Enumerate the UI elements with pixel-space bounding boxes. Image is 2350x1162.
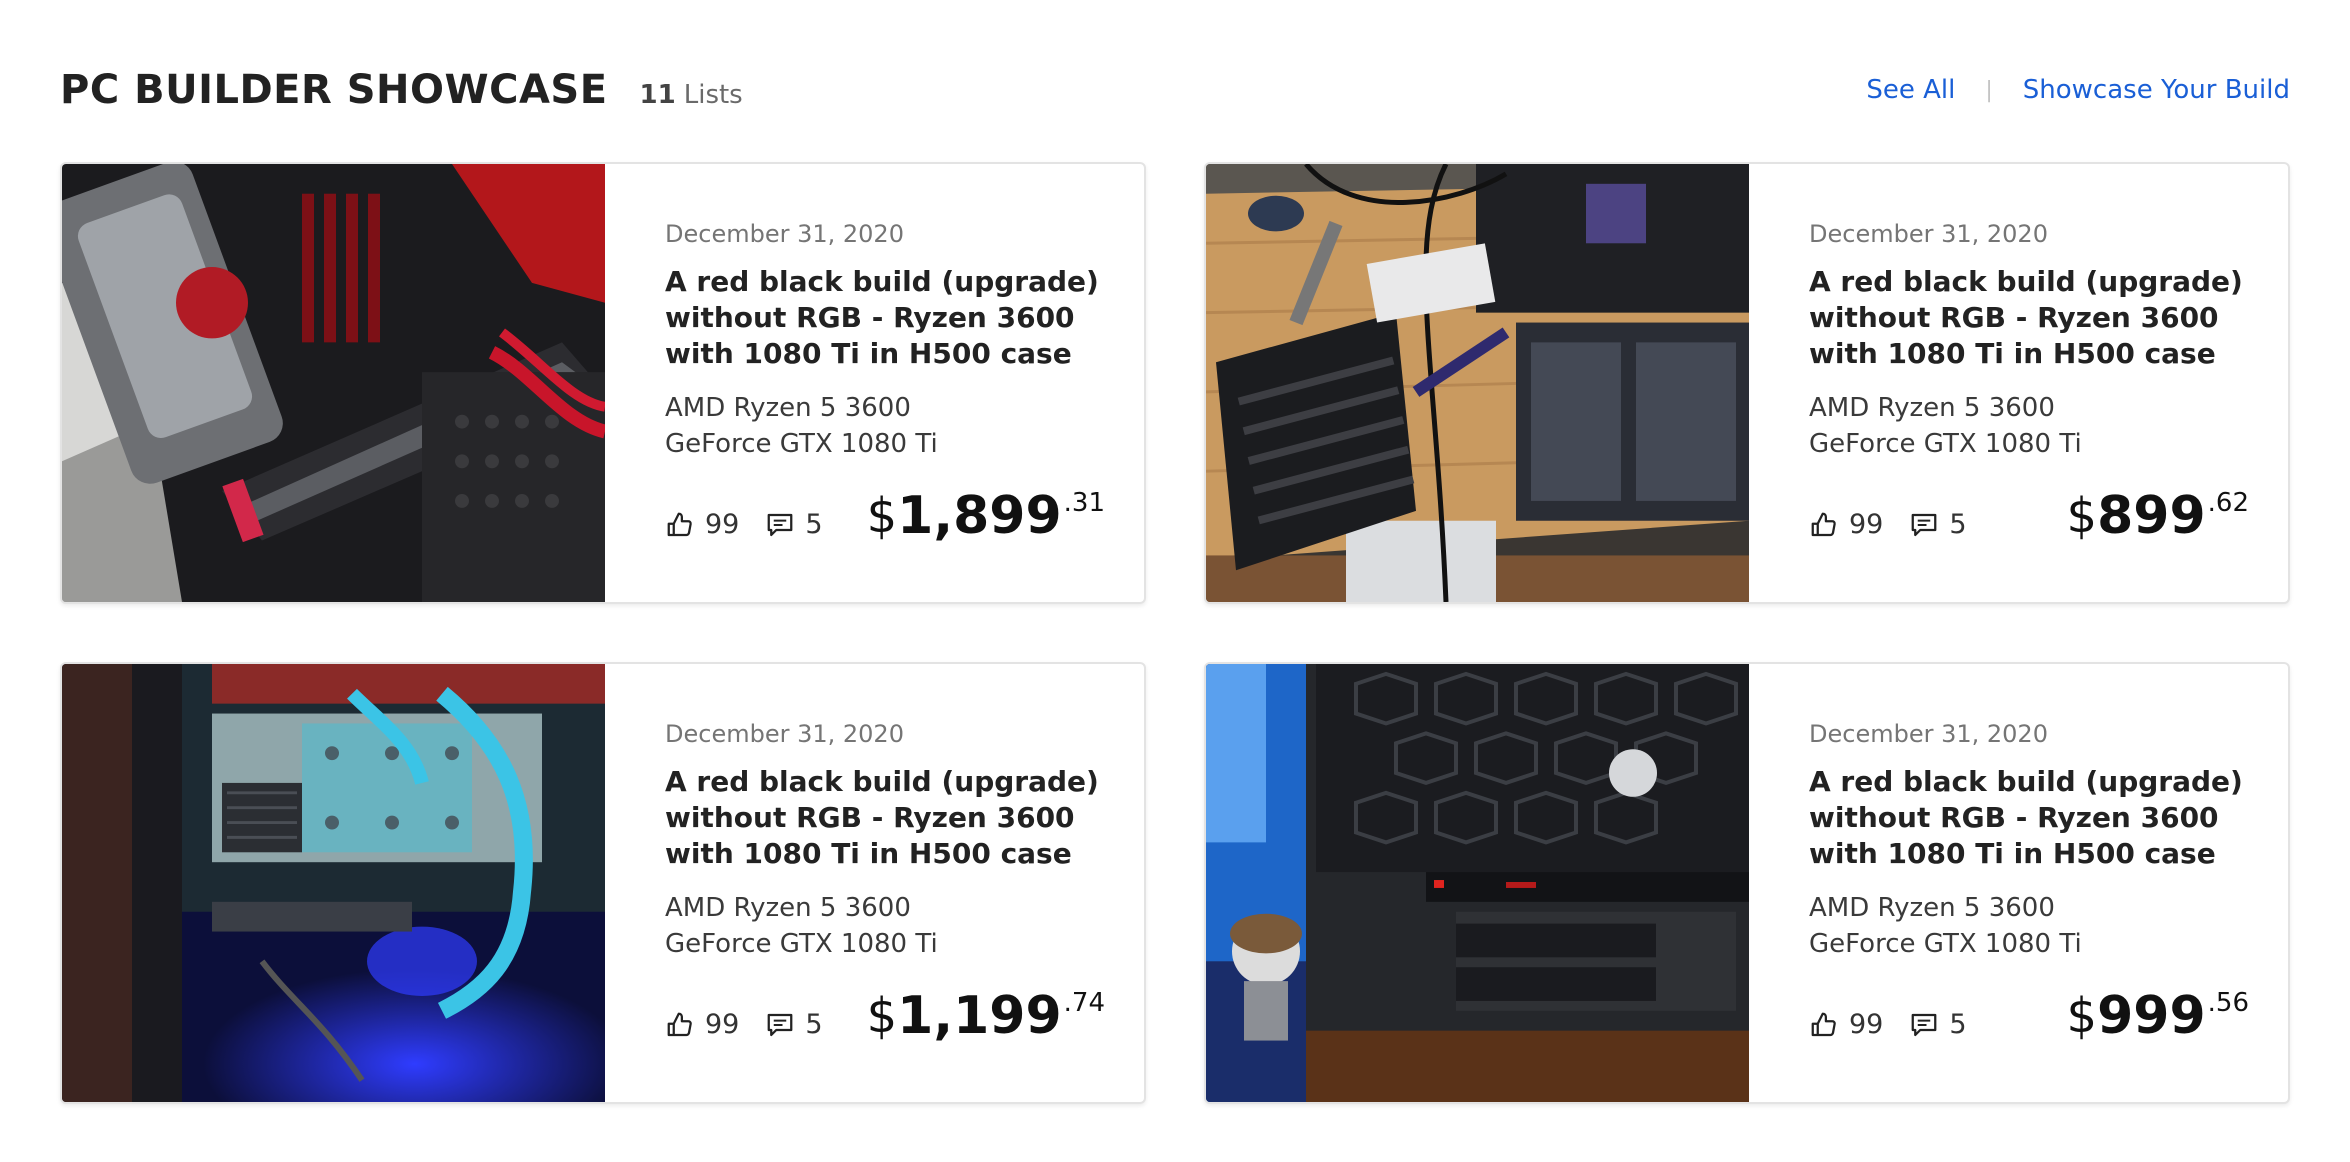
build-card[interactable]: December 31, 2020 A red black build (upg… <box>1204 662 2290 1104</box>
build-date: December 31, 2020 <box>1809 220 2048 248</box>
like-count: 99 <box>1849 509 1884 540</box>
list-count-number: 11 <box>639 80 676 110</box>
like-count: 99 <box>705 509 740 540</box>
price-cents: .31 <box>1063 488 1105 518</box>
comment-icon <box>1911 1013 1937 1036</box>
build-card[interactable]: December 31, 2020 A red black build (upg… <box>60 162 1146 604</box>
build-info: December 31, 2020 A red black build (upg… <box>605 664 1144 1102</box>
build-specs: AMD Ryzen 5 3600 GeForce GTX 1080 Ti <box>1809 890 2249 962</box>
like-count: 99 <box>705 1009 740 1040</box>
build-title[interactable]: A red black build (upgrade) without RGB … <box>665 264 1105 372</box>
build-title[interactable]: A red black build (upgrade) without RGB … <box>1809 264 2249 372</box>
build-specs: AMD Ryzen 5 3600 GeForce GTX 1080 Ti <box>665 390 1105 462</box>
build-price: $899.62 <box>2067 488 2249 544</box>
cpu-spec: AMD Ryzen 5 3600 <box>665 393 911 423</box>
like-count-group[interactable]: 99 <box>665 1009 739 1040</box>
like-count: 99 <box>1849 1009 1884 1040</box>
cpu-spec: AMD Ryzen 5 3600 <box>1809 393 2055 423</box>
build-info: December 31, 2020 A red black build (upg… <box>605 164 1144 602</box>
price-currency: $ <box>2066 988 2098 1044</box>
price-cents: .74 <box>1063 988 1105 1018</box>
build-date: December 31, 2020 <box>665 720 904 748</box>
build-price: $1,899.31 <box>867 488 1105 544</box>
header-links: See All | Showcase Your Build <box>1866 75 2290 105</box>
price-whole: 899 <box>2097 486 2206 546</box>
price-cents: .56 <box>2207 988 2249 1018</box>
comment-count: 5 <box>805 1009 823 1040</box>
build-specs: AMD Ryzen 5 3600 GeForce GTX 1080 Ti <box>665 890 1105 962</box>
build-price: $1,199.74 <box>867 988 1105 1044</box>
red-black-msi-build-photo <box>62 164 605 602</box>
comment-icon <box>767 513 793 536</box>
build-photo[interactable] <box>62 164 605 602</box>
list-count: 11 Lists <box>640 80 743 110</box>
build-card-grid: December 31, 2020 A red black build (upg… <box>60 162 2290 1104</box>
link-divider: | <box>1985 77 1993 103</box>
cpu-spec: AMD Ryzen 5 3600 <box>665 893 911 923</box>
build-photo[interactable] <box>1206 664 1749 1102</box>
comment-count: 5 <box>1949 509 1967 540</box>
thumbs-up-icon <box>667 512 692 536</box>
list-count-label: Lists <box>683 80 743 110</box>
price-cents: .62 <box>2207 488 2249 518</box>
comment-count-group[interactable]: 5 <box>1909 509 1967 540</box>
price-whole: 999 <box>2097 986 2206 1046</box>
showcase-header: PC BUILDER SHOWCASE 11 Lists See All | Sh… <box>60 60 2290 120</box>
build-date: December 31, 2020 <box>665 220 904 248</box>
engagement-counts: 99 5 <box>1809 1009 1993 1044</box>
comment-count-group[interactable]: 5 <box>765 1009 823 1040</box>
build-title[interactable]: A red black build (upgrade) without RGB … <box>665 764 1105 872</box>
build-stats: 99 5 $1,199.74 <box>665 988 1105 1044</box>
like-count-group[interactable]: 99 <box>1809 1009 1883 1040</box>
price-currency: $ <box>866 488 898 544</box>
build-title[interactable]: A red black build (upgrade) without RGB … <box>1809 764 2249 872</box>
cooler-master-case-photo <box>1206 664 1749 1102</box>
price-whole: 1,199 <box>897 986 1062 1046</box>
comment-count-group[interactable]: 5 <box>765 509 823 540</box>
build-info: December 31, 2020 A red black build (upg… <box>1749 664 2288 1102</box>
price-currency: $ <box>2066 488 2098 544</box>
comment-count-group[interactable]: 5 <box>1909 1009 1967 1040</box>
build-photo[interactable] <box>62 664 605 1102</box>
gpu-spec: GeForce GTX 1080 Ti <box>1809 929 2082 959</box>
gpu-spec: GeForce GTX 1080 Ti <box>665 429 938 459</box>
thumbs-up-icon <box>1811 512 1836 536</box>
page-title: PC BUILDER SHOWCASE <box>60 67 608 113</box>
build-card[interactable]: December 31, 2020 A red black build (upg… <box>1204 162 2290 604</box>
build-photo[interactable] <box>1206 164 1749 602</box>
header-title-group: PC BUILDER SHOWCASE 11 Lists <box>60 67 743 113</box>
showcase-your-build-link[interactable]: Showcase Your Build <box>2023 75 2290 105</box>
comment-count: 5 <box>805 509 823 540</box>
showcase-page: PC BUILDER SHOWCASE 11 Lists See All | Sh… <box>0 0 2350 1162</box>
price-whole: 1,899 <box>897 486 1062 546</box>
gpu-spec: GeForce GTX 1080 Ti <box>1809 429 2082 459</box>
watercooled-build-photo <box>62 664 605 1102</box>
engagement-counts: 99 5 <box>665 509 849 544</box>
thumbs-up-icon <box>1811 1012 1836 1036</box>
build-specs: AMD Ryzen 5 3600 GeForce GTX 1080 Ti <box>1809 390 2249 462</box>
build-info: December 31, 2020 A red black build (upg… <box>1749 164 2288 602</box>
cpu-spec: AMD Ryzen 5 3600 <box>1809 893 2055 923</box>
build-card[interactable]: December 31, 2020 A red black build (upg… <box>60 662 1146 1104</box>
desk-radiator-build-photo <box>1206 164 1749 602</box>
build-stats: 99 5 $1,899.31 <box>665 488 1105 544</box>
price-currency: $ <box>866 988 898 1044</box>
build-date: December 31, 2020 <box>1809 720 2048 748</box>
thumbs-up-icon <box>667 1012 692 1036</box>
like-count-group[interactable]: 99 <box>1809 509 1883 540</box>
build-stats: 99 5 $999.56 <box>1809 988 2249 1044</box>
gpu-spec: GeForce GTX 1080 Ti <box>665 929 938 959</box>
comment-icon <box>767 1013 793 1036</box>
engagement-counts: 99 5 <box>665 1009 849 1044</box>
like-count-group[interactable]: 99 <box>665 509 739 540</box>
comment-count: 5 <box>1949 1009 1967 1040</box>
comment-icon <box>1911 513 1937 536</box>
build-stats: 99 5 $899.62 <box>1809 488 2249 544</box>
see-all-link[interactable]: See All <box>1866 75 1955 105</box>
engagement-counts: 99 5 <box>1809 509 1993 544</box>
build-price: $999.56 <box>2067 988 2249 1044</box>
